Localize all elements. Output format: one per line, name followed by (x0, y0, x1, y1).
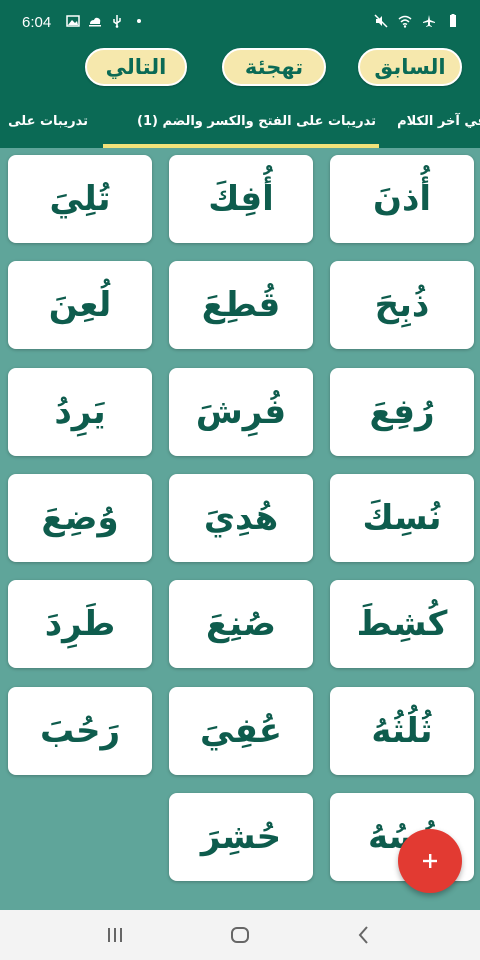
word-text: يَرِدُ (54, 392, 106, 432)
word-card[interactable]: رُفِعَ (330, 368, 474, 456)
recent-apps-icon[interactable] (103, 923, 127, 947)
previous-button[interactable]: السابق (358, 48, 462, 86)
word-card[interactable]: طَرِدَ (8, 580, 152, 668)
image-icon (66, 15, 80, 27)
word-text: أُفِكَ (208, 179, 274, 219)
word-card[interactable]: لُعِنَ (8, 261, 152, 349)
word-card[interactable]: ذُبِحَ (330, 261, 474, 349)
tab-exercises-next[interactable]: تدريبات على (8, 114, 88, 129)
dot-icon (137, 19, 141, 23)
tab-fatha-kasra-damma-1[interactable]: تدريبات على الفتح والكسر والضم (1) (137, 114, 376, 129)
word-text: رَحُبَ (39, 711, 121, 751)
word-card[interactable]: ثُلُثُهُ (330, 687, 474, 775)
wifi-icon (398, 15, 412, 28)
word-card[interactable]: كُشِطَ (330, 580, 474, 668)
word-text: طَرِدَ (44, 604, 116, 644)
home-icon[interactable] (228, 923, 252, 947)
toolbar: التالي تهجئة السابق (0, 44, 480, 100)
word-card[interactable]: وُضِعَ (8, 474, 152, 562)
word-card[interactable]: هُدِيَ (169, 474, 313, 562)
status-left-icons (66, 14, 146, 28)
word-card[interactable]: أُذنَ (330, 155, 474, 243)
next-button[interactable]: التالي (85, 48, 187, 86)
word-card[interactable]: فُرِشَ (169, 368, 313, 456)
status-time: 6:04 (22, 14, 52, 31)
word-text: فُرِشَ (195, 392, 287, 432)
word-text: كُشِطَ (356, 604, 448, 644)
word-text: حُشِرَ (200, 817, 282, 857)
spell-button[interactable]: تهجئة (222, 48, 326, 86)
word-card[interactable]: نُسِكَ (330, 474, 474, 562)
battery-icon (450, 14, 456, 27)
word-card[interactable]: رَحُبَ (8, 687, 152, 775)
weather-icon (89, 17, 101, 27)
word-text: صُنِعَ (206, 604, 276, 644)
back-icon[interactable] (352, 923, 376, 947)
word-text: أُذنَ (372, 179, 432, 219)
add-fab-button[interactable] (398, 829, 462, 893)
word-text: هُدِيَ (203, 498, 279, 538)
airplane-icon (423, 15, 435, 27)
word-text: ذُبِحَ (374, 285, 430, 325)
word-card[interactable]: قُطِعَ (169, 261, 313, 349)
system-nav-bar (0, 910, 480, 960)
word-card[interactable]: أُفِكَ (169, 155, 313, 243)
tab-end-of-speech[interactable]: في آخر الكلام (397, 114, 480, 129)
word-card[interactable]: عُفِيَ (169, 687, 313, 775)
word-card[interactable]: يَرِدُ (8, 368, 152, 456)
mute-icon (374, 14, 388, 28)
word-text: وُضِعَ (41, 498, 119, 538)
word-text: قُطِعَ (201, 285, 281, 325)
tab-strip: في آخر الكلام تدريبات على الفتح والكسر و… (0, 100, 480, 148)
word-card[interactable]: تُلِيَ (8, 155, 152, 243)
usb-icon (113, 15, 121, 28)
word-text: ثُلُثُهُ (371, 711, 433, 751)
word-text: عُفِيَ (199, 711, 283, 751)
word-text: نُسِكَ (362, 498, 442, 538)
word-text: تُلِيَ (49, 179, 111, 219)
word-grid: أُذنَ أُفِكَ تُلِيَ ذُبِحَ قُطِعَ لُعِنَ… (0, 148, 480, 910)
word-text: لُعِنَ (48, 285, 112, 325)
status-right-icons (374, 14, 460, 28)
word-card[interactable]: حُشِرَ (169, 793, 313, 881)
plus-icon (423, 854, 437, 868)
word-card[interactable]: صُنِعَ (169, 580, 313, 668)
word-text: رُفِعَ (369, 392, 435, 432)
status-bar: 6:04 (0, 0, 480, 44)
